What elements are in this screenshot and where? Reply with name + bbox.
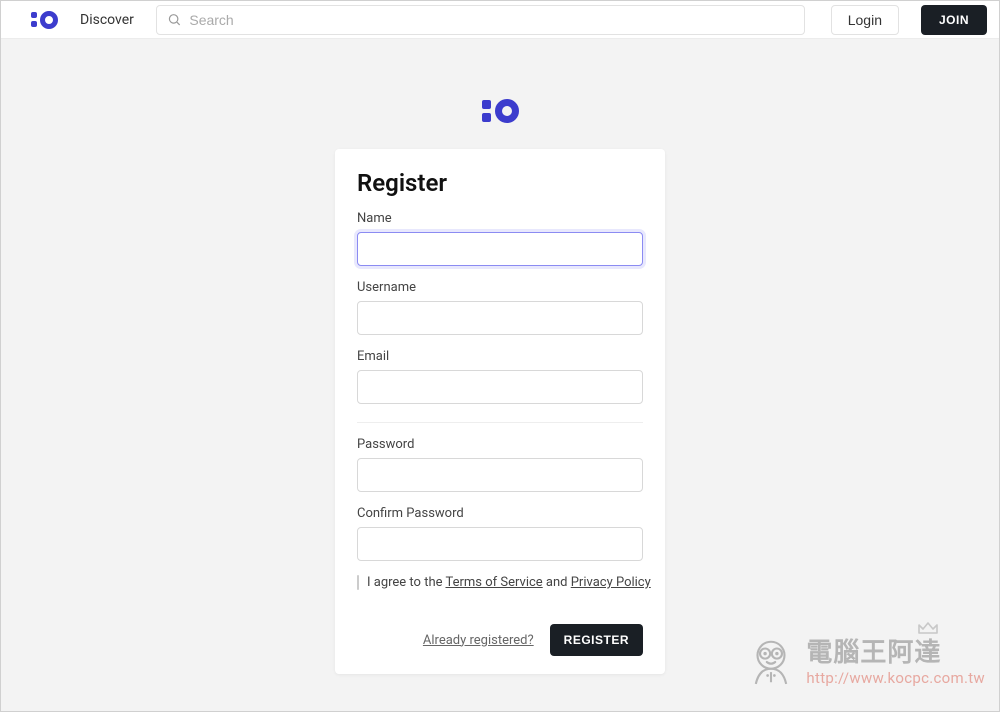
password-field-wrap: Password <box>357 437 643 492</box>
search-icon <box>167 12 181 27</box>
agree-row: I agree to the Terms of Service and Priv… <box>357 575 643 590</box>
name-field-wrap: Name <box>357 211 643 266</box>
password-label: Password <box>357 437 643 452</box>
username-label: Username <box>357 280 643 295</box>
register-button[interactable]: REGISTER <box>550 624 643 656</box>
register-heading: Register <box>357 169 643 197</box>
crown-icon <box>917 621 939 635</box>
username-field-wrap: Username <box>357 280 643 335</box>
register-card: Register Name Username Email Password Co… <box>335 149 665 674</box>
email-field-wrap: Email <box>357 349 643 404</box>
login-button[interactable]: Login <box>831 5 899 35</box>
privacy-link[interactable]: Privacy Policy <box>571 575 651 590</box>
agree-checkbox[interactable] <box>357 575 359 590</box>
top-nav: Discover Login JOIN <box>1 1 999 39</box>
confirm-password-label: Confirm Password <box>357 506 643 521</box>
agree-text: I agree to the Terms of Service and Priv… <box>367 575 651 590</box>
username-input[interactable] <box>357 301 643 335</box>
brand-logo-large <box>482 99 519 123</box>
mascot-icon <box>744 635 798 689</box>
confirm-password-input[interactable] <box>357 527 643 561</box>
watermark-title: 電腦王阿達 <box>806 637 985 668</box>
section-divider <box>357 422 643 423</box>
confirm-password-field-wrap: Confirm Password <box>357 506 643 561</box>
watermark: 電腦王阿達 http://www.kocpc.com.tw <box>744 635 985 689</box>
actions-row: Already registered? REGISTER <box>357 624 643 656</box>
search-input[interactable] <box>189 12 793 28</box>
name-input[interactable] <box>357 232 643 266</box>
discover-link[interactable]: Discover <box>74 12 140 28</box>
already-registered-link[interactable]: Already registered? <box>423 633 534 648</box>
search-input-wrap[interactable] <box>156 5 805 35</box>
watermark-url: http://www.kocpc.com.tw <box>806 669 985 687</box>
join-button[interactable]: JOIN <box>921 5 987 35</box>
name-label: Name <box>357 211 643 226</box>
brand-logo[interactable] <box>31 11 58 29</box>
tos-link[interactable]: Terms of Service <box>445 575 542 590</box>
password-input[interactable] <box>357 458 643 492</box>
email-label: Email <box>357 349 643 364</box>
email-input[interactable] <box>357 370 643 404</box>
page-body: Register Name Username Email Password Co… <box>1 39 999 712</box>
